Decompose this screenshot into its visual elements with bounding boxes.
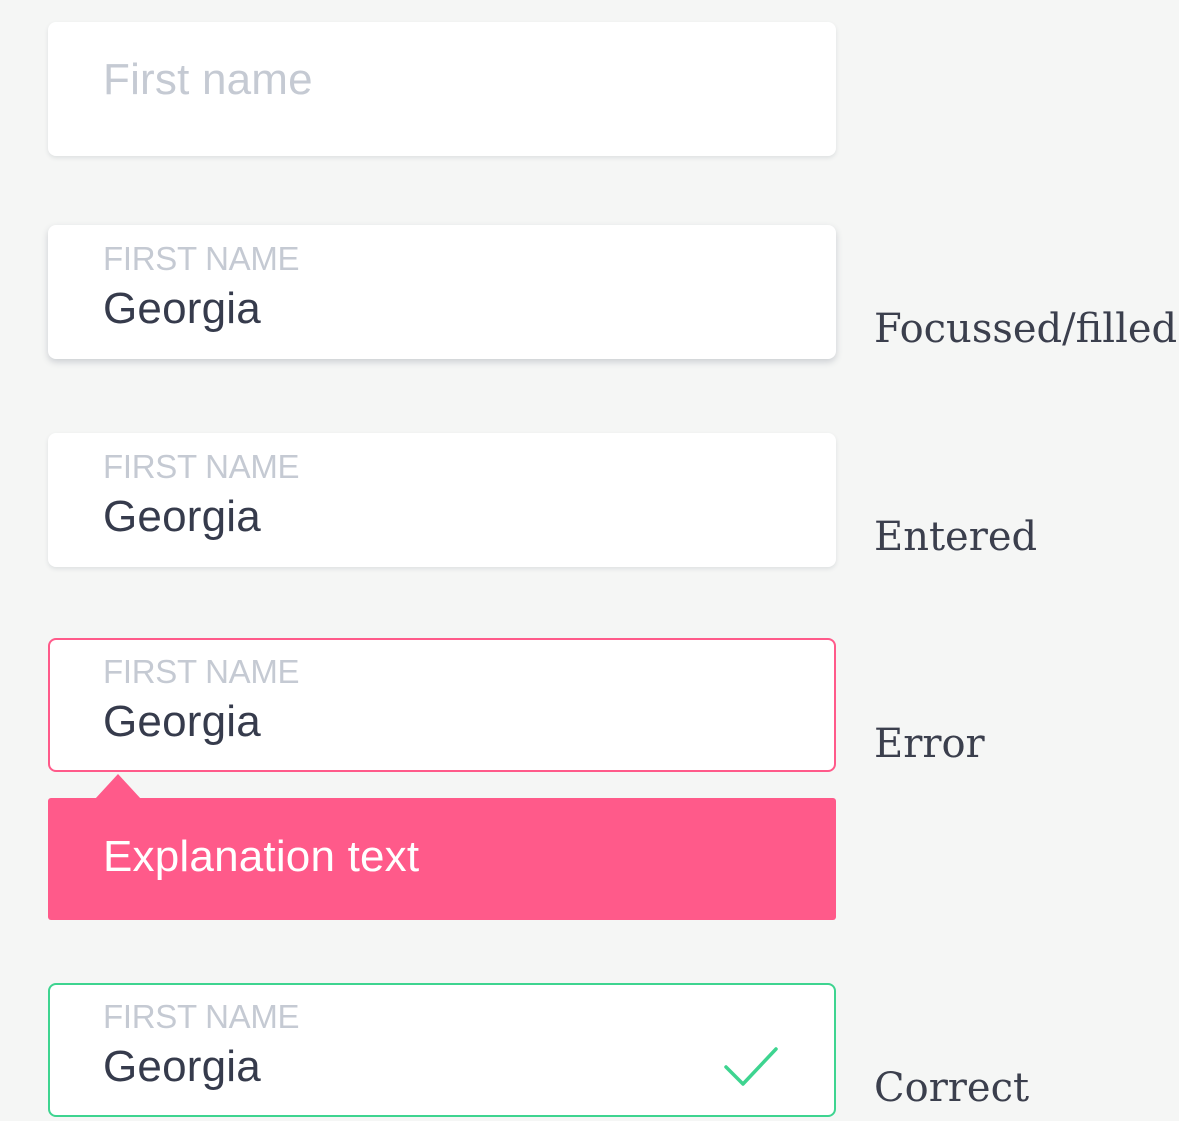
first-name-placeholder: First name — [103, 55, 313, 104]
check-icon — [724, 1047, 778, 1086]
first-name-field-correct[interactable]: FIRST NAME Georgia — [48, 983, 836, 1117]
state-label-focused: Focussed/filled — [874, 306, 1178, 352]
first-name-value: Georgia — [103, 284, 261, 333]
first-name-label: FIRST NAME — [103, 653, 300, 690]
first-name-value: Georgia — [103, 1042, 261, 1091]
state-label-correct: Correct — [874, 1065, 1030, 1111]
first-name-label: FIRST NAME — [103, 448, 300, 485]
first-name-value: Georgia — [103, 697, 261, 746]
first-name-value: Georgia — [103, 492, 261, 541]
first-name-field-default[interactable]: First name — [48, 22, 836, 156]
error-tooltip: Explanation text — [48, 798, 836, 920]
first-name-field-entered[interactable]: FIRST NAME Georgia — [48, 433, 836, 567]
error-message: Explanation text — [103, 832, 420, 881]
state-label-entered: Entered — [874, 514, 1038, 560]
state-label-error: Error — [874, 721, 985, 767]
first-name-label: FIRST NAME — [103, 998, 300, 1035]
error-tooltip-arrow — [95, 774, 141, 799]
first-name-field-error[interactable]: FIRST NAME Georgia — [48, 638, 836, 772]
first-name-label: FIRST NAME — [103, 240, 300, 277]
first-name-field-focused[interactable]: FIRST NAME Georgia — [48, 225, 836, 359]
